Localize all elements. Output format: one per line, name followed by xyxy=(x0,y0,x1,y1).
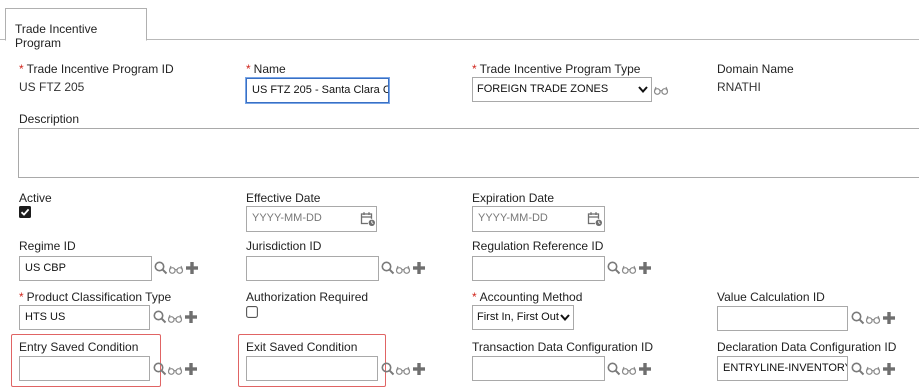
regime-id-input[interactable]: US CBP xyxy=(19,256,152,281)
search-icon[interactable] xyxy=(606,260,622,276)
view-icon[interactable] xyxy=(395,362,411,378)
search-icon[interactable] xyxy=(850,310,866,326)
add-icon[interactable] xyxy=(881,361,897,377)
regime-id-label: Regime ID xyxy=(19,239,76,253)
view-icon[interactable] xyxy=(865,311,881,327)
name-input[interactable]: US FTZ 205 - Santa Clara C xyxy=(246,78,389,103)
view-icon[interactable] xyxy=(621,362,637,378)
calendar-icon[interactable] xyxy=(587,211,603,227)
program-id-label: * Trade Incentive Program ID xyxy=(19,62,174,76)
program-id-value: US FTZ 205 xyxy=(19,80,85,94)
accounting-method-selected-value: First In, First Out xyxy=(477,311,559,323)
chevron-down-icon xyxy=(559,306,571,329)
authorization-required-label: Authorization Required xyxy=(246,290,369,304)
required-marker: * xyxy=(19,290,24,304)
active-label: Active xyxy=(19,191,52,205)
accounting-method-label: * Accounting Method xyxy=(472,290,582,304)
add-icon[interactable] xyxy=(184,260,200,276)
add-icon[interactable] xyxy=(637,260,653,276)
authorization-required-checkbox[interactable] xyxy=(246,306,258,318)
description-textarea[interactable] xyxy=(18,128,919,178)
required-marker: * xyxy=(19,62,24,76)
search-icon[interactable] xyxy=(380,361,396,377)
required-marker: * xyxy=(472,62,477,76)
chevron-down-icon xyxy=(637,78,649,101)
entry-saved-condition-label: Entry Saved Condition xyxy=(19,340,139,354)
jurisdiction-id-label: Jurisdiction ID xyxy=(246,239,322,253)
name-label: * Name xyxy=(246,62,286,76)
view-icon[interactable] xyxy=(167,310,183,326)
program-type-select[interactable]: FOREIGN TRADE ZONES xyxy=(472,77,652,102)
program-id-label-text: Trade Incentive Program ID xyxy=(26,62,174,76)
description-label: Description xyxy=(19,112,80,126)
add-icon[interactable] xyxy=(411,361,427,377)
view-icon[interactable] xyxy=(865,362,881,378)
program-type-label: * Trade Incentive Program Type xyxy=(472,62,640,76)
search-icon[interactable] xyxy=(152,309,168,325)
active-checkbox[interactable] xyxy=(19,206,31,218)
add-icon[interactable] xyxy=(183,361,199,377)
search-icon[interactable] xyxy=(380,260,396,276)
add-icon[interactable] xyxy=(183,309,199,325)
view-icon[interactable] xyxy=(621,261,637,277)
view-icon[interactable] xyxy=(167,362,183,378)
exit-saved-condition-input[interactable] xyxy=(246,356,378,381)
transaction-data-configuration-id-label: Transaction Data Configuration ID xyxy=(472,340,653,354)
view-icon[interactable] xyxy=(653,82,669,98)
expiration-date-label: Expiration Date xyxy=(472,191,555,205)
product-classification-type-label-text: Product Classification Type xyxy=(26,290,172,304)
tab-trade-incentive-program[interactable]: Trade Incentive Program xyxy=(5,8,147,50)
value-calculation-id-input[interactable] xyxy=(717,306,848,331)
regulation-reference-id-input[interactable] xyxy=(472,256,605,281)
program-type-selected-value: FOREIGN TRADE ZONES xyxy=(477,83,609,95)
effective-date-input[interactable]: YYYY-MM-DD xyxy=(246,206,377,232)
tab-bar: Trade Incentive Program xyxy=(0,0,919,50)
search-icon[interactable] xyxy=(153,260,169,276)
declaration-data-configuration-id-label: Declaration Data Configuration ID xyxy=(717,340,897,354)
product-classification-type-input[interactable]: HTS US xyxy=(19,305,150,330)
entry-saved-condition-input[interactable] xyxy=(19,356,150,381)
accounting-method-select[interactable]: First In, First Out xyxy=(472,305,574,330)
value-calculation-id-label: Value Calculation ID xyxy=(717,290,825,304)
regulation-reference-id-label: Regulation Reference ID xyxy=(472,239,604,253)
name-label-text: Name xyxy=(253,62,286,76)
search-icon[interactable] xyxy=(152,361,168,377)
exit-saved-condition-label: Exit Saved Condition xyxy=(246,340,358,354)
search-icon[interactable] xyxy=(606,361,622,377)
required-marker: * xyxy=(472,290,477,304)
accounting-method-label-text: Accounting Method xyxy=(479,290,583,304)
domain-name-label: Domain Name xyxy=(717,62,794,76)
add-icon[interactable] xyxy=(411,260,427,276)
add-icon[interactable] xyxy=(881,310,897,326)
declaration-data-configuration-id-input[interactable]: ENTRYLINE-INVENTORY xyxy=(717,356,848,381)
search-icon[interactable] xyxy=(850,361,866,377)
domain-name-value: RNATHI xyxy=(717,80,761,94)
view-icon[interactable] xyxy=(395,261,411,277)
add-icon[interactable] xyxy=(637,361,653,377)
jurisdiction-id-input[interactable] xyxy=(246,256,379,281)
product-classification-type-label: * Product Classification Type xyxy=(19,290,171,304)
effective-date-label: Effective Date xyxy=(246,191,321,205)
transaction-data-configuration-id-input[interactable] xyxy=(472,356,605,381)
expiration-date-input[interactable]: YYYY-MM-DD xyxy=(472,206,605,232)
program-type-label-text: Trade Incentive Program Type xyxy=(479,62,641,76)
view-icon[interactable] xyxy=(168,261,184,277)
required-marker: * xyxy=(246,62,251,76)
calendar-icon[interactable] xyxy=(360,211,376,227)
